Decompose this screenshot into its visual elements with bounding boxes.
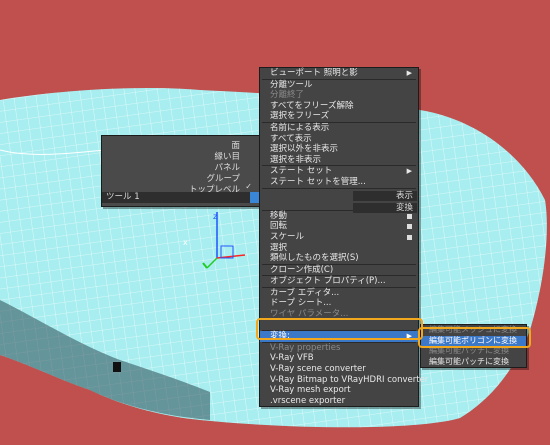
svg-text:z: z bbox=[213, 212, 217, 221]
menu-item-convert-to-editable-poly[interactable]: 編集可能ポリゴンに変換 bbox=[421, 335, 526, 347]
menu-item-15[interactable]: スケール bbox=[260, 232, 418, 243]
menu-item-5[interactable]: 名前による表示 bbox=[260, 123, 418, 134]
menu-item-label: 変換: bbox=[270, 331, 290, 342]
menu-item-25[interactable]: V-Ray properties bbox=[260, 343, 418, 354]
menu-item-label: ワイヤ パラメータ... bbox=[270, 309, 349, 320]
submenu-item-3[interactable]: 編集可能パッチに変換 bbox=[421, 357, 526, 368]
settings-box-icon[interactable] bbox=[407, 234, 412, 240]
menu-item-label: ドープ シート... bbox=[270, 298, 332, 309]
quad-menu-left: 面 縁い目 パネル グループ トップレベル ✓ ツール 1 bbox=[101, 135, 262, 207]
settings-box-icon[interactable] bbox=[407, 224, 412, 230]
menu-item-21[interactable]: ドープ シート... bbox=[260, 298, 418, 309]
menu-item-18[interactable]: クローン作成(C) bbox=[260, 265, 418, 276]
quad-label-transform: 変換 bbox=[353, 203, 417, 213]
quad-label-display: 表示 bbox=[353, 191, 417, 201]
submenu-item-2[interactable]: 編集可能パッチに変換 bbox=[421, 346, 526, 357]
menu-item-28[interactable]: V-Ray Bitmap to VRayHDRI converter bbox=[260, 375, 428, 386]
menu-item-0[interactable]: ビューポート 照明と影 ▶ bbox=[260, 68, 418, 79]
submenu-arrow-icon: ▶ bbox=[406, 69, 412, 77]
viewport-marker bbox=[113, 362, 121, 372]
menu-item-label: ステート セットを管理... bbox=[270, 176, 366, 187]
menu-item-6[interactable]: すべて表示 bbox=[260, 134, 418, 145]
menu-item-label: すべて表示 bbox=[270, 133, 312, 144]
convert-submenu: 編集可能メッシュに変換 編集可能ポリゴンに変換 編集可能パッチに変換 編集可能パッチに… bbox=[420, 324, 527, 369]
menu-item-label: 類似したものを選択(S) bbox=[270, 253, 359, 264]
menu-item-label: スケール bbox=[270, 231, 305, 242]
menu-item-22[interactable]: ワイヤ パラメータ... bbox=[260, 309, 418, 320]
submenu-arrow-icon: ▶ bbox=[406, 167, 412, 176]
tool1-label: ツール 1 bbox=[106, 192, 140, 202]
menu-item-label: 選択を非表示 bbox=[270, 154, 322, 165]
menu-item-8[interactable]: 選択を非表示 bbox=[260, 155, 418, 166]
submenu-item-label: 編集可能パッチに変換 bbox=[429, 356, 509, 366]
menu-item-label: 分離ツール bbox=[270, 79, 313, 90]
quad-menu-main: ビューポート 照明と影 ▶ 分離ツール 分離終了 すべてをフリーズ解除 選択をフリーズ 名前… bbox=[259, 67, 428, 408]
menu-item-label: V-Ray scene converter bbox=[270, 364, 366, 375]
menu-item-14[interactable]: 回転 bbox=[260, 221, 418, 232]
menu-item-label: ビューポート 照明と影 bbox=[270, 68, 358, 78]
submenu-item-label: 編集可能メッシュに変換 bbox=[429, 325, 517, 334]
menu-item-30[interactable]: .vrscene exporter bbox=[260, 396, 418, 407]
menu-item-26[interactable]: V-Ray VFB bbox=[260, 353, 418, 364]
menu-item-label: クローン作成(C) bbox=[270, 264, 334, 275]
submenu-item-label: 編集可能パッチに変換 bbox=[429, 346, 509, 356]
menu-item-label: 名前による表示 bbox=[270, 122, 330, 133]
menu-item-20[interactable]: カーブ エディタ... bbox=[260, 288, 418, 299]
menu-item-label: 選択以外を非表示 bbox=[270, 144, 339, 155]
settings-box-icon[interactable] bbox=[407, 213, 412, 219]
menu-item-17[interactable]: 類似したものを選択(S) bbox=[260, 253, 418, 264]
menu-item-label: V-Ray properties bbox=[270, 342, 341, 353]
submenu-arrow-icon: ▶ bbox=[406, 332, 412, 341]
menu-item-label: ステート セット bbox=[270, 166, 333, 177]
menu-item-label: .vrscene exporter bbox=[270, 395, 346, 406]
menu-item-7[interactable]: 選択以外を非表示 bbox=[260, 144, 418, 155]
menu-item-1[interactable]: 分離ツール bbox=[260, 80, 418, 91]
menu-item-label: 選択をフリーズ bbox=[270, 111, 330, 122]
menu-item-19[interactable]: オブジェクト プロパティ(P)... bbox=[260, 276, 418, 287]
menu-item-16[interactable]: 選択 bbox=[260, 243, 418, 254]
menu-item-label: V-Ray mesh export bbox=[270, 385, 351, 396]
menu-item-10[interactable]: ステート セットを管理... bbox=[260, 177, 418, 188]
menu-item-29[interactable]: V-Ray mesh export bbox=[260, 385, 418, 396]
menu-item-label: カーブ エディタ... bbox=[270, 287, 340, 298]
menu-item-label: 分離終了 bbox=[270, 90, 305, 101]
menu-item-9[interactable]: ステート セット ▶ bbox=[260, 166, 418, 177]
quad-label-tool1: ツール 1 bbox=[102, 192, 260, 203]
menu-item-27[interactable]: V-Ray scene converter bbox=[260, 364, 418, 375]
menu-item-label: オブジェクト プロパティ(P)... bbox=[270, 276, 386, 287]
menu-item-label: すべてをフリーズ解除 bbox=[270, 100, 354, 111]
menu-item-label: V-Ray VFB bbox=[270, 353, 314, 364]
check-icon: ✓ bbox=[245, 182, 252, 191]
menu-item-2[interactable]: 分離終了 bbox=[260, 90, 418, 101]
svg-text:x: x bbox=[183, 238, 188, 247]
submenu-item-0[interactable]: 編集可能メッシュに変換 bbox=[421, 325, 526, 336]
menu-item-3[interactable]: すべてをフリーズ解除 bbox=[260, 101, 418, 112]
menu-item-23[interactable] bbox=[260, 320, 418, 331]
menu-item-4[interactable]: 選択をフリーズ bbox=[260, 111, 418, 122]
menu-item-label: 移動 bbox=[270, 210, 288, 221]
menu-item-label: 回転 bbox=[270, 221, 288, 232]
menu-item-label: V-Ray Bitmap to VRayHDRI converter bbox=[270, 374, 429, 385]
menu-item-label: 選択 bbox=[270, 242, 288, 253]
menu-item-convert[interactable]: 変換: ▶ bbox=[260, 331, 418, 342]
submenu-item-label: 編集可能ポリゴンに変換 bbox=[429, 335, 517, 345]
